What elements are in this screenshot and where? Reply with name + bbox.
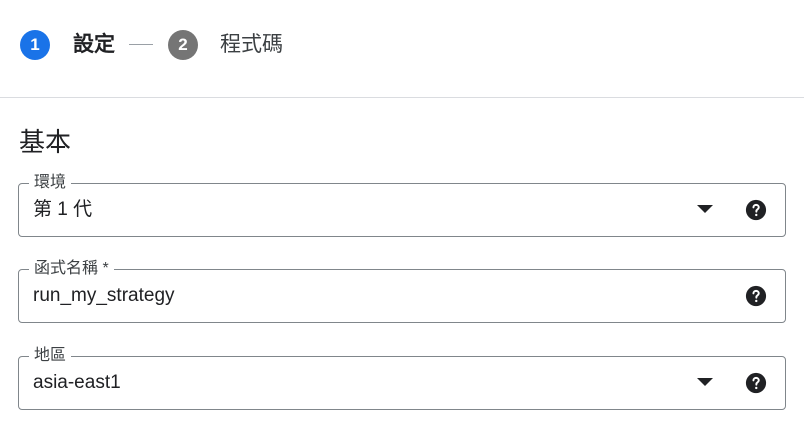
help-circle-icon[interactable] bbox=[745, 372, 767, 394]
step-connector-line bbox=[129, 44, 153, 45]
help-circle-icon[interactable] bbox=[745, 285, 767, 307]
step-2-label[interactable]: 程式碼 bbox=[220, 30, 283, 60]
function-name-field[interactable]: 函式名稱 * run_my_strategy bbox=[18, 259, 786, 323]
environment-select[interactable]: 環境 第 1 代 bbox=[18, 173, 786, 237]
step-1-label[interactable]: 設定 bbox=[73, 30, 115, 60]
stepper: 1 設定 2 程式碼 bbox=[0, 0, 804, 98]
region-select[interactable]: 地區 asia-east1 bbox=[18, 346, 786, 410]
dropdown-arrow-icon[interactable] bbox=[697, 378, 713, 386]
region-value[interactable]: asia-east1 bbox=[33, 357, 121, 409]
help-circle-icon[interactable] bbox=[745, 199, 767, 221]
section-title: 基本 bbox=[19, 127, 72, 157]
dropdown-arrow-icon[interactable] bbox=[697, 205, 713, 213]
environment-value[interactable]: 第 1 代 bbox=[33, 184, 92, 236]
step-1-number-badge[interactable]: 1 bbox=[20, 30, 50, 60]
function-name-input[interactable]: run_my_strategy bbox=[33, 270, 175, 322]
step-2-number-badge[interactable]: 2 bbox=[168, 30, 198, 60]
